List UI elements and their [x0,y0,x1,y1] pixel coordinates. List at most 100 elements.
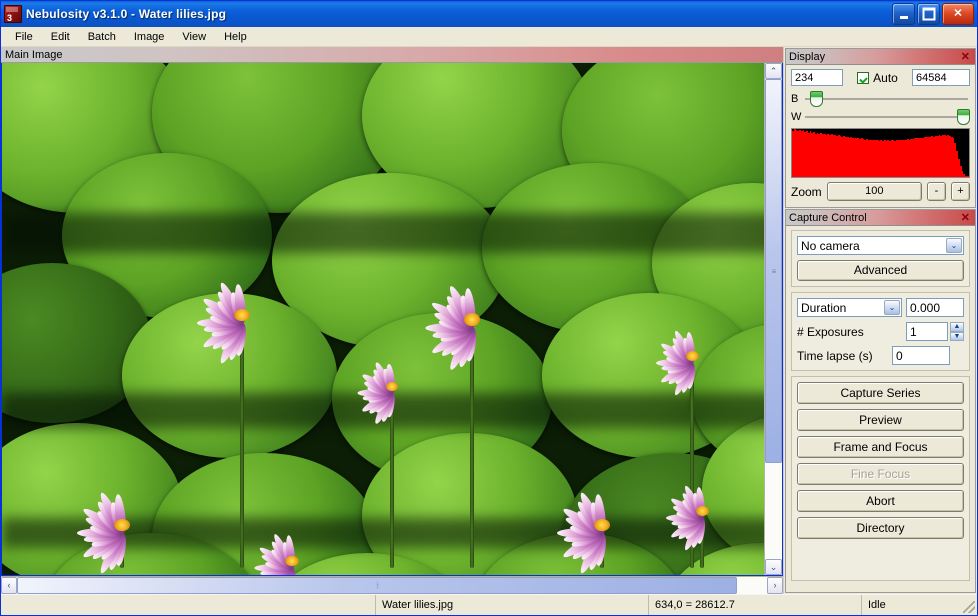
water-lilies-photo [2,63,764,575]
white-slider-label: W [791,111,802,123]
black-level-slider[interactable] [805,91,970,107]
vertical-scroll-track[interactable]: ≡ [765,79,782,559]
directory-button[interactable]: Directory [797,517,964,539]
lily-stem [390,393,394,568]
histogram [791,128,970,178]
menu-help[interactable]: Help [216,29,255,45]
window-body: Main Image ⌃ ≡ ⌄ ‹ ⦙⦙ › Display ✕ 234 Au… [1,47,977,594]
maximize-icon [922,7,935,21]
black-slider-label: B [791,93,799,105]
camera-select-value: No camera [801,239,860,253]
horizontal-scroll-track[interactable]: ⦙⦙ [17,577,767,594]
abort-button[interactable]: Abort [797,490,964,512]
black-level-input[interactable]: 234 [791,69,843,86]
lily-center [685,351,699,361]
duration-select[interactable]: Duration ⌄ [797,298,902,317]
capture-panel-title: Capture Control [789,211,867,224]
timelapse-label: Time lapse (s) [797,348,873,363]
black-slider-thumb[interactable] [809,91,823,107]
window-title: Nebulosity v3.1.0 - Water lilies.jpg [26,7,227,21]
window-controls: ✕ [892,3,974,25]
duration-select-value: Duration [801,301,847,315]
horizontal-scrollbar[interactable]: ‹ ⦙⦙ › [1,576,783,594]
white-slider-thumb[interactable] [957,109,971,125]
display-panel: Display ✕ 234 Auto 64584 B W Zoom 100 - … [785,48,976,208]
menu-edit[interactable]: Edit [43,29,78,45]
menu-view[interactable]: View [174,29,214,45]
fine-focus-button: Fine Focus [797,463,964,485]
scroll-up-icon[interactable]: ⌃ [765,63,782,79]
auto-label: Auto [873,70,898,85]
menu-batch[interactable]: Batch [80,29,124,45]
application-window: Nebulosity v3.1.0 - Water lilies.jpg ✕ F… [0,0,978,616]
stepper-up-icon[interactable]: ▲ [950,322,964,332]
vertical-scrollbar[interactable]: ⌃ ≡ ⌄ [764,63,782,575]
scroll-right-icon[interactable]: › [767,577,783,594]
capture-actions-group: Capture Series Preview Frame and Focus F… [791,376,970,581]
close-icon: ✕ [953,7,963,20]
status-bar: Water lilies.jpg 634,0 = 28612.7 Idle [1,594,977,615]
lily-center [593,518,611,531]
minimize-icon [899,16,908,19]
white-level-slider[interactable] [805,109,971,125]
camera-group: No camera ⌄ Advanced [791,230,970,287]
stepper-down-icon[interactable]: ▼ [950,331,964,341]
scroll-down-icon[interactable]: ⌄ [765,559,782,575]
camera-select[interactable]: No camera ⌄ [797,236,964,255]
lily-center [285,555,299,566]
frame-and-focus-button[interactable]: Frame and Focus [797,436,964,458]
menu-bar: File Edit Batch Image View Help [1,27,977,47]
exposures-label: # Exposures [797,324,864,339]
scroll-left-icon[interactable]: ‹ [1,577,17,594]
lily-center [233,308,251,321]
status-state: Idle [861,595,977,615]
image-view-frame: ⌃ ≡ ⌄ [1,63,783,576]
zoom-label: Zoom [791,184,822,199]
display-panel-header: Display ✕ [786,49,975,65]
menu-image[interactable]: Image [126,29,173,45]
lily-stem [240,323,244,568]
app-icon [4,5,22,23]
maximize-button[interactable] [917,3,940,25]
status-filename: Water lilies.jpg [375,595,648,615]
display-panel-body: 234 Auto 64584 B W Zoom 100 - + [786,65,975,207]
exposures-stepper[interactable]: ▲ ▼ [950,322,964,341]
resize-grip-icon[interactable] [963,601,975,613]
horizontal-scroll-thumb[interactable]: ⦙⦙ [17,577,737,594]
lily-center [113,518,131,531]
chevron-down-icon[interactable]: ⌄ [946,238,962,253]
capture-series-button[interactable]: Capture Series [797,382,964,404]
capture-control-panel: Capture Control ✕ No camera ⌄ Advanced D… [785,209,976,593]
zoom-in-button[interactable]: + [951,182,970,201]
timelapse-input[interactable]: 0 [892,346,950,365]
menu-file[interactable]: File [7,29,41,45]
vertical-scroll-thumb[interactable]: ≡ [765,79,782,463]
status-blank-cell [1,595,375,615]
exposure-group: Duration ⌄ 0.000 # Exposures 1 ▲ ▼ Time … [791,292,970,371]
zoom-value-button[interactable]: 100 [826,182,922,201]
zoom-out-button[interactable]: - [927,182,946,201]
status-coordinates: 634,0 = 28612.7 [648,595,861,615]
image-canvas[interactable] [2,63,764,575]
lily-center [385,381,399,391]
minimize-button[interactable] [892,3,915,25]
capture-panel-header: Capture Control ✕ [786,210,975,226]
lily-stem [470,328,474,568]
white-level-input[interactable]: 64584 [912,69,970,86]
preview-button[interactable]: Preview [797,409,964,431]
advanced-button[interactable]: Advanced [797,260,964,281]
right-dock: Display ✕ 234 Auto 64584 B W Zoom 100 - … [783,47,977,594]
display-panel-close-icon[interactable]: ✕ [959,50,972,63]
water-shadow [2,213,764,253]
exposures-input[interactable]: 1 [906,322,948,341]
white-slider-track [805,116,968,118]
display-panel-title: Display [789,50,826,63]
capture-panel-close-icon[interactable]: ✕ [959,211,972,224]
duration-input[interactable]: 0.000 [906,298,964,317]
lily-center [695,506,709,516]
close-button[interactable]: ✕ [942,3,974,25]
chevron-down-icon[interactable]: ⌄ [884,300,900,315]
auto-checkbox[interactable] [857,71,870,84]
title-bar: Nebulosity v3.1.0 - Water lilies.jpg ✕ [1,1,977,27]
black-slider-track [805,98,968,100]
